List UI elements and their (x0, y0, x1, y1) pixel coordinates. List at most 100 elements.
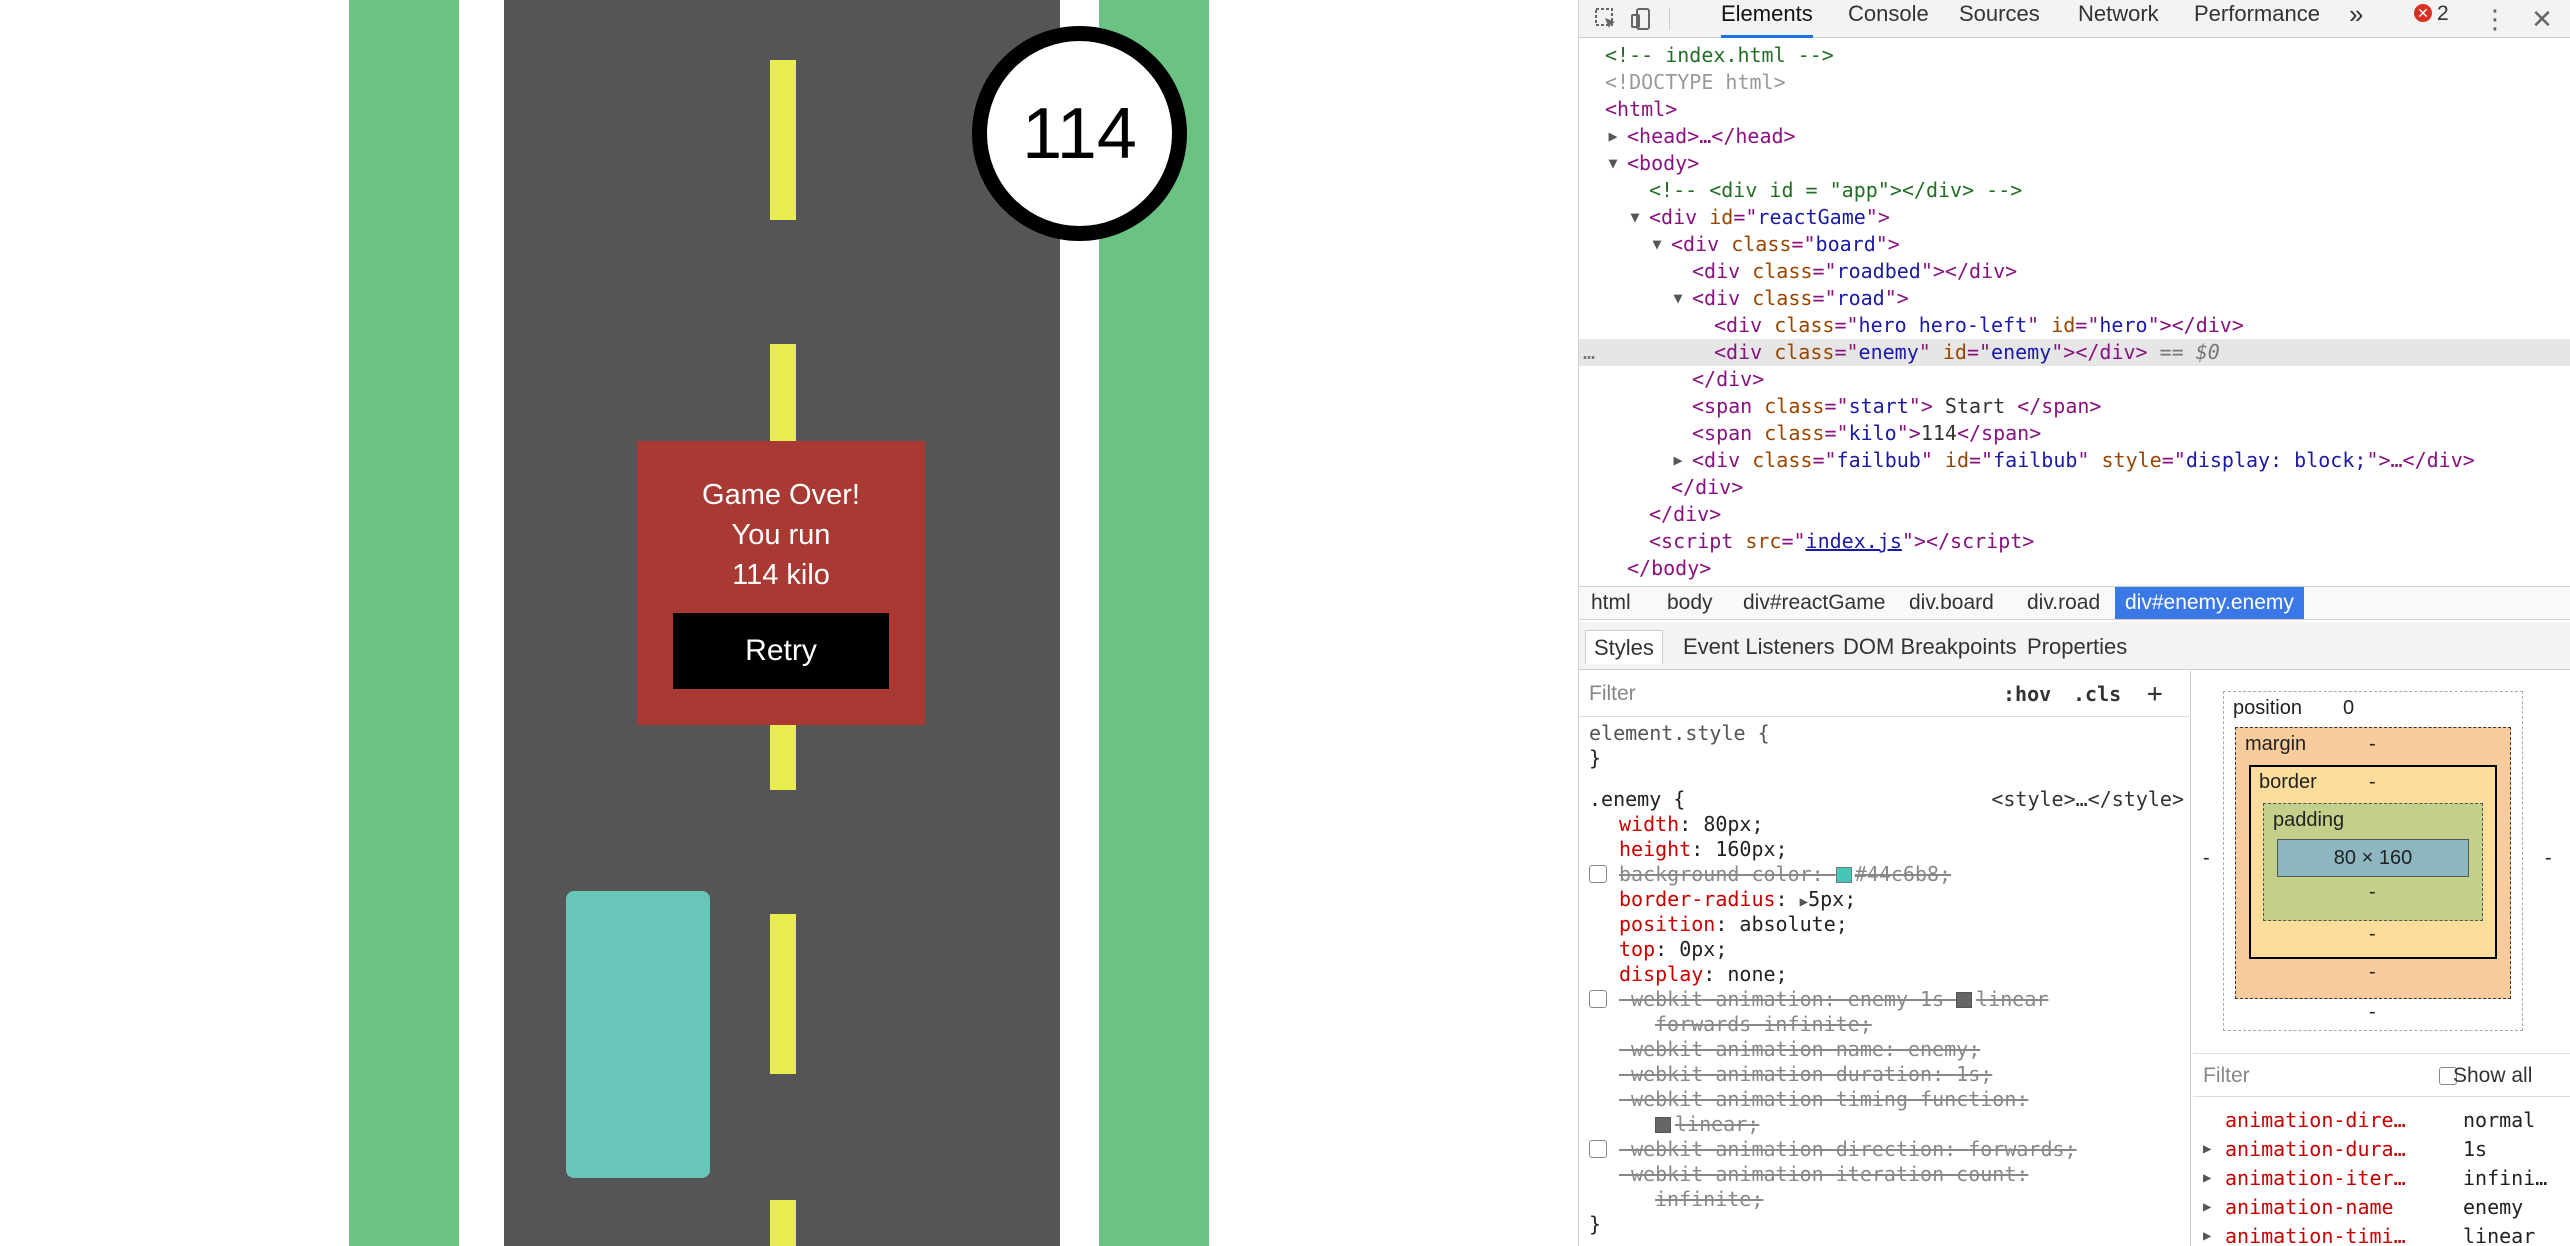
tree-line[interactable]: <div class="roadbed"></div> (1692, 258, 2017, 285)
tree-line[interactable]: <!DOCTYPE html> (1605, 69, 1786, 96)
tree-line[interactable]: </body> (1627, 555, 1711, 582)
computed-property[interactable]: ▶ animation-dura… 1s (2193, 1135, 2570, 1164)
devtools-panel: Elements Console Sources Network Perform… (1578, 0, 2570, 1246)
tree-line[interactable]: <script src="index.js"></script> (1649, 528, 2034, 555)
prop-checkbox[interactable] (1589, 1140, 1607, 1158)
inspect-element-icon[interactable] (1593, 6, 1619, 32)
box-position-bottom[interactable]: - (2369, 1001, 2376, 1024)
tab-styles[interactable]: Styles (1585, 630, 1663, 664)
prop-webkit-animation-cont: forwards infinite; (1655, 1012, 1872, 1036)
easing-editor-icon[interactable] (1956, 992, 1973, 1008)
tree-line[interactable]: <body> (1627, 150, 1699, 177)
more-tabs-icon[interactable]: » (2349, 0, 2363, 38)
rule-selector[interactable]: .enemy { (1589, 787, 1685, 812)
computed-property[interactable]: ▶ animation-timi… linear (2193, 1222, 2570, 1246)
cls-toggle[interactable]: .cls (2073, 671, 2121, 717)
color-swatch[interactable] (1835, 867, 1852, 883)
box-margin-value[interactable]: - (2369, 733, 2376, 756)
error-counter[interactable]: ✕ 2 (2414, 0, 2449, 38)
prop-checkbox[interactable] (1589, 990, 1607, 1008)
tab-elements[interactable]: Elements (1721, 0, 1813, 38)
styles-filter-input[interactable]: Filter (1589, 671, 1636, 717)
tab-network[interactable]: Network (2078, 0, 2159, 38)
tab-event-listeners[interactable]: Event Listeners (1675, 630, 1843, 664)
box-position-left[interactable]: - (2203, 847, 2210, 870)
box-position-right[interactable]: - (2545, 847, 2552, 870)
tree-line[interactable]: <!-- <div id = "app"></div> --> (1649, 177, 2022, 204)
collapse-triangle-icon[interactable]: ▼ (1671, 285, 1685, 312)
box-content-size[interactable]: 80 × 160 (2277, 847, 2469, 870)
expand-triangle-icon[interactable]: ▶ (2203, 1135, 2211, 1164)
computed-property[interactable]: ▶ animation-name enemy (2193, 1193, 2570, 1222)
collapse-triangle-icon[interactable]: ▼ (1650, 231, 1664, 258)
expand-triangle-icon[interactable]: ▶ (2203, 1193, 2211, 1222)
tree-line[interactable]: </div> (1692, 366, 1764, 393)
expand-triangle-icon[interactable]: ▶ (1606, 123, 1620, 150)
prop-background-color[interactable]: background-color: #44c6b8; (1619, 862, 1951, 887)
collapse-triangle-icon[interactable]: ▼ (1628, 204, 1642, 231)
tree-line[interactable]: <div class="road"> (1692, 285, 1909, 312)
node-actions-icon[interactable]: … (1583, 339, 1595, 366)
prop-position[interactable]: position: absolute; (1619, 912, 1848, 937)
computed-filter-input[interactable]: Filter (2203, 1054, 2250, 1098)
prop-display[interactable]: display: none; (1619, 962, 1788, 987)
prop-border-radius[interactable]: border-radius: ▶5px; (1619, 887, 1856, 915)
breadcrumb-road[interactable]: div.road (2017, 587, 2110, 619)
prop-webkit-animation-duration[interactable]: -webkit-animation-duration: 1s; (1619, 1062, 1992, 1087)
box-border-bottom[interactable]: - (2369, 923, 2376, 946)
expand-triangle-icon[interactable]: ▶ (1671, 447, 1685, 474)
expand-triangle-icon[interactable]: ▶ (2203, 1222, 2211, 1246)
tab-dom-breakpoints[interactable]: DOM Breakpoints (1835, 630, 2025, 664)
tree-line[interactable]: </div> (1671, 474, 1743, 501)
breadcrumb-enemy[interactable]: div#enemy.enemy (2115, 587, 2304, 619)
breadcrumb-board[interactable]: div.board (1899, 587, 2004, 619)
collapse-triangle-icon[interactable]: ▼ (1606, 150, 1620, 177)
box-margin-bottom[interactable]: - (2369, 961, 2376, 984)
element-style-rule[interactable]: element.style { (1589, 721, 1770, 746)
tree-line[interactable]: </div> (1649, 501, 1721, 528)
rule-source-link[interactable]: <style>…</style> (1991, 787, 2184, 812)
prop-height[interactable]: height: 160px; (1619, 837, 1788, 862)
breadcrumb-reactgame[interactable]: div#reactGame (1733, 587, 1895, 619)
tab-console[interactable]: Console (1848, 0, 1929, 38)
device-toolbar-icon[interactable] (1629, 6, 1655, 32)
tree-line[interactable]: <div id="reactGame"> (1649, 204, 1890, 231)
tree-line[interactable]: <span class="kilo">114</span> (1692, 420, 2041, 447)
hov-toggle[interactable]: :hov (2003, 671, 2051, 717)
prop-top[interactable]: top: 0px; (1619, 937, 1727, 962)
retry-button[interactable]: Retry (673, 613, 889, 689)
prop-webkit-animation[interactable]: -webkit-animation: enemy 1s linear (1619, 987, 2048, 1012)
kebab-menu-icon[interactable]: ⋮ (2482, 6, 2508, 32)
prop-webkit-animation-direction[interactable]: -webkit-animation-direction: forwards; (1619, 1137, 2077, 1162)
tree-line[interactable]: <div class="failbub" id="failbub" style=… (1692, 447, 2475, 474)
tree-line[interactable]: <!-- index.html --> (1605, 42, 1834, 69)
computed-property[interactable]: ▶ animation-iter… infini… (2193, 1164, 2570, 1193)
tree-line[interactable]: <head>…</head> (1627, 123, 1796, 150)
tab-properties[interactable]: Properties (2019, 630, 2135, 664)
new-rule-icon[interactable]: + (2147, 671, 2163, 717)
tree-line-selected[interactable]: <div class="enemy" id="enemy"></div> == … (1714, 339, 2220, 366)
box-position-value[interactable]: 0 (2343, 697, 2354, 720)
box-padding-bottom[interactable]: - (2369, 881, 2376, 904)
expand-triangle-icon[interactable]: ▶ (2203, 1164, 2211, 1193)
tree-line[interactable]: <html> (1605, 96, 1677, 123)
box-border-value[interactable]: - (2369, 771, 2376, 794)
prop-width[interactable]: width: 80px; (1619, 812, 1764, 837)
expand-triangle-icon[interactable]: ▶ (1800, 894, 1808, 910)
tree-line[interactable]: <div class="hero hero-left" id="hero"></… (1714, 312, 2244, 339)
tab-performance[interactable]: Performance (2194, 0, 2320, 38)
tree-line[interactable]: <div class="board"> (1671, 231, 1900, 258)
script-src-link[interactable]: index.js (1806, 529, 1902, 553)
prop-webkit-animation-name[interactable]: -webkit-animation-name: enemy; (1619, 1037, 1980, 1062)
computed-property[interactable]: animation-dire… normal (2193, 1106, 2570, 1135)
breadcrumb-html[interactable]: html (1581, 587, 1641, 619)
easing-editor-icon[interactable] (1655, 1117, 1671, 1133)
prop-checkbox[interactable] (1589, 865, 1607, 883)
grass-left (349, 0, 459, 1246)
tree-line[interactable]: <span class="start"> Start </span> (1692, 393, 2101, 420)
tab-sources[interactable]: Sources (1959, 0, 2040, 38)
prop-webkit-animation-timing-function[interactable]: -webkit-animation-timing-function: (1619, 1087, 2028, 1112)
breadcrumb-body[interactable]: body (1657, 587, 1723, 619)
prop-webkit-animation-iteration-count[interactable]: -webkit-animation-iteration-count: (1619, 1162, 2028, 1187)
close-icon[interactable]: ✕ (2529, 6, 2555, 32)
